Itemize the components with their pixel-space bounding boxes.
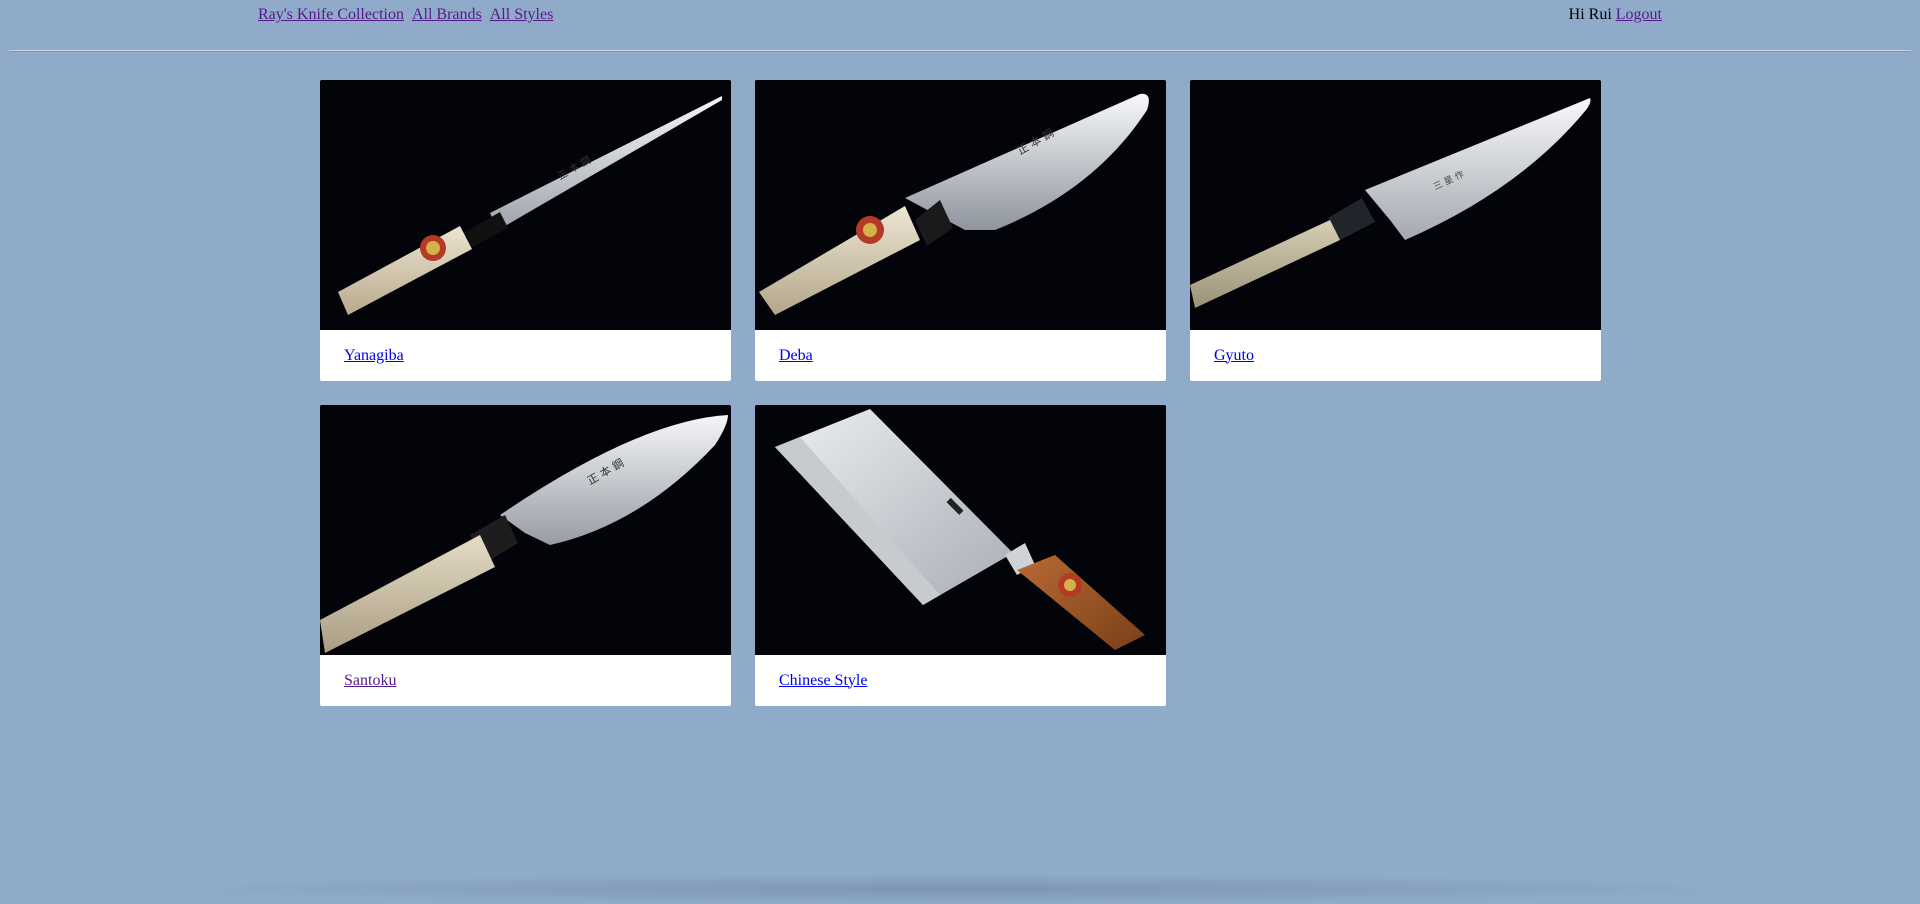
style-card-santoku: 正 本 鋼 Santoku <box>320 405 731 706</box>
style-card-deba: 正 本 鋼 Deba <box>755 80 1166 381</box>
card-caption: Gyuto <box>1190 330 1601 381</box>
style-grid: 正 本 鋼 Yanagiba 正 本 鋼 Deba 三 星 作 Gyuto 正 … <box>320 80 1602 706</box>
santoku-knife-graphic: 正 本 鋼 <box>320 405 731 655</box>
page-bottom-shadow <box>150 874 1770 904</box>
card-caption: Santoku <box>320 655 731 706</box>
yanagiba-knife-graphic: 正 本 鋼 <box>320 80 731 330</box>
card-caption: Yanagiba <box>320 330 731 381</box>
knife-image-yanagiba[interactable]: 正 本 鋼 <box>320 80 731 330</box>
deba-knife-graphic: 正 本 鋼 <box>755 80 1166 330</box>
chinese-cleaver-graphic <box>755 405 1166 655</box>
knife-image-deba[interactable]: 正 本 鋼 <box>755 80 1166 330</box>
top-nav: Ray's Knife Collection All Brands All St… <box>258 6 553 26</box>
header-divider <box>9 50 1911 52</box>
user-greeting: Hi Rui <box>1568 6 1612 23</box>
knife-image-chinese-style[interactable] <box>755 405 1166 655</box>
nav-home-link[interactable]: Ray's Knife Collection <box>258 6 404 26</box>
style-link-santoku[interactable]: Santoku <box>344 672 396 690</box>
gyuto-knife-graphic: 三 星 作 <box>1190 80 1601 330</box>
card-caption: Chinese Style <box>755 655 1166 706</box>
style-link-yanagiba[interactable]: Yanagiba <box>344 347 404 365</box>
nav-all-brands-link[interactable]: All Brands <box>412 6 482 26</box>
style-link-chinese-style[interactable]: Chinese Style <box>779 672 867 690</box>
logout-link[interactable]: Logout <box>1616 6 1662 23</box>
style-link-gyuto[interactable]: Gyuto <box>1214 347 1254 365</box>
card-caption: Deba <box>755 330 1166 381</box>
nav-all-styles-link[interactable]: All Styles <box>490 6 554 26</box>
style-card-chinese-style: Chinese Style <box>755 405 1166 706</box>
knife-image-santoku[interactable]: 正 本 鋼 <box>320 405 731 655</box>
style-card-yanagiba: 正 本 鋼 Yanagiba <box>320 80 731 381</box>
user-area: Hi Rui Logout <box>1569 6 1662 24</box>
style-card-gyuto: 三 星 作 Gyuto <box>1190 80 1601 381</box>
knife-image-gyuto[interactable]: 三 星 作 <box>1190 80 1601 330</box>
style-link-deba[interactable]: Deba <box>779 347 813 365</box>
